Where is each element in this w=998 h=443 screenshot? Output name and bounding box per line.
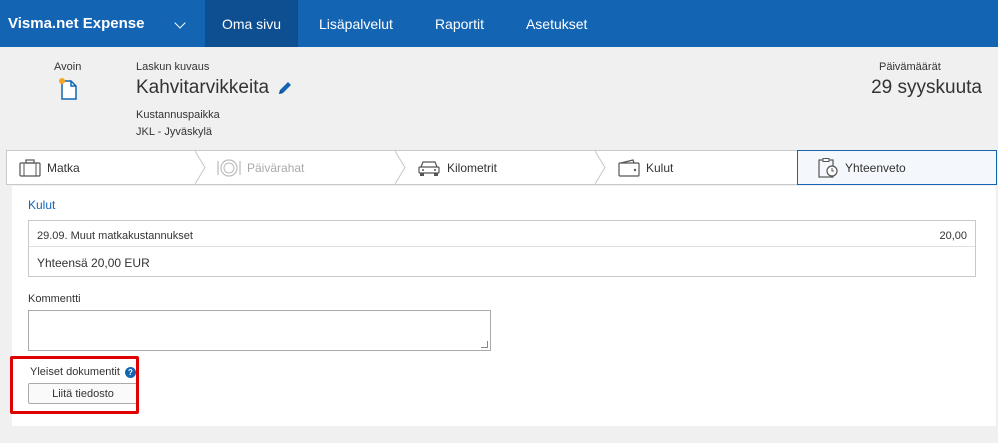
status-label: Avoin	[54, 61, 82, 73]
wizard-steps: Matka Päivärahat Kilometrit Kulut Yhteen…	[6, 150, 997, 185]
comment-label: Kommentti	[28, 293, 81, 305]
report-title: Kahvitarvikkeita	[136, 77, 270, 98]
step-label: Kilometrit	[447, 160, 498, 175]
summary-icon	[818, 157, 838, 178]
suitcase-icon	[19, 158, 41, 177]
nav-tab-asetukset[interactable]: Asetukset	[505, 0, 608, 47]
expense-total: Yhteensä 20,00 EUR	[37, 256, 150, 270]
expense-summary-box: 29.09. Muut matkakustannukset 20,00 Yhte…	[28, 220, 976, 277]
car-icon	[418, 160, 440, 176]
dates-label: Päivämäärät	[879, 61, 941, 73]
cost-center-label: Kustannuspaikka	[136, 109, 220, 121]
pencil-icon[interactable]	[277, 80, 293, 96]
plate-icon	[217, 158, 241, 177]
wallet-icon	[618, 158, 640, 177]
step-label: Kulut	[646, 160, 674, 175]
expense-row-description: 29.09. Muut matkakustannukset	[37, 230, 193, 242]
step-separator	[395, 151, 406, 184]
step-kulut[interactable]: Kulut	[618, 151, 673, 184]
step-matka[interactable]: Matka	[19, 151, 80, 184]
comment-textarea[interactable]	[28, 310, 491, 351]
document-icon	[59, 78, 77, 100]
step-separator	[195, 151, 206, 184]
cost-center-value: JKL - Jyväskylä	[136, 126, 213, 138]
app-switcher[interactable]: Visma.net Expense	[0, 0, 205, 47]
step-label: Yhteenveto	[845, 160, 906, 175]
step-label: Matka	[47, 160, 80, 175]
top-nav-bar: Visma.net Expense Oma sivu Lisäpalvelut …	[0, 0, 998, 47]
report-header: Avoin Laskun kuvaus Kahvitarvikkeita Kus…	[0, 47, 998, 147]
description-label: Laskun kuvaus	[136, 61, 210, 73]
divider	[29, 246, 975, 247]
nav-tab-oma-sivu[interactable]: Oma sivu	[205, 0, 298, 47]
step-separator	[595, 151, 606, 184]
step-label: Päivärahat	[247, 160, 305, 175]
step-yhteenveto[interactable]: Yhteenveto	[817, 151, 906, 184]
report-title-row: Kahvitarvikkeita	[136, 77, 293, 99]
nav-tab-raportit[interactable]: Raportit	[414, 0, 505, 47]
step-kilometrit[interactable]: Kilometrit	[417, 151, 497, 184]
summary-panel: Kulut 29.09. Muut matkakustannukset 20,0…	[12, 186, 996, 426]
brand-title: Visma.net Expense	[8, 15, 145, 32]
chevron-down-icon	[174, 17, 186, 29]
annotation-highlight-box	[10, 356, 139, 414]
nav-tab-lisapalvelut[interactable]: Lisäpalvelut	[298, 0, 414, 47]
dates-value: 29 syyskuuta	[871, 77, 982, 98]
section-title-kulut: Kulut	[28, 198, 56, 212]
resize-grip-icon[interactable]	[481, 341, 488, 348]
expense-row-amount: 20,00	[939, 230, 967, 242]
step-paivarahat[interactable]: Päivärahat	[217, 151, 304, 184]
